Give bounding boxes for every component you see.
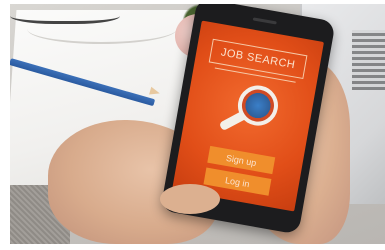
frame-bottom [0, 244, 385, 250]
app-title: JOB SEARCH [208, 38, 308, 80]
magnifying-glass-icon [211, 77, 285, 151]
frame-top [0, 0, 385, 4]
eyeglasses [10, 4, 120, 24]
phone-screen: JOB SEARCH Sign up Log in [172, 20, 324, 212]
frame-left [0, 0, 10, 250]
magnifier-lens [234, 82, 282, 129]
laptop-keyboard [352, 30, 385, 90]
phone-earpiece [252, 17, 277, 25]
photo: JOB SEARCH Sign up Log in [0, 0, 385, 250]
left-thumb [160, 184, 220, 214]
